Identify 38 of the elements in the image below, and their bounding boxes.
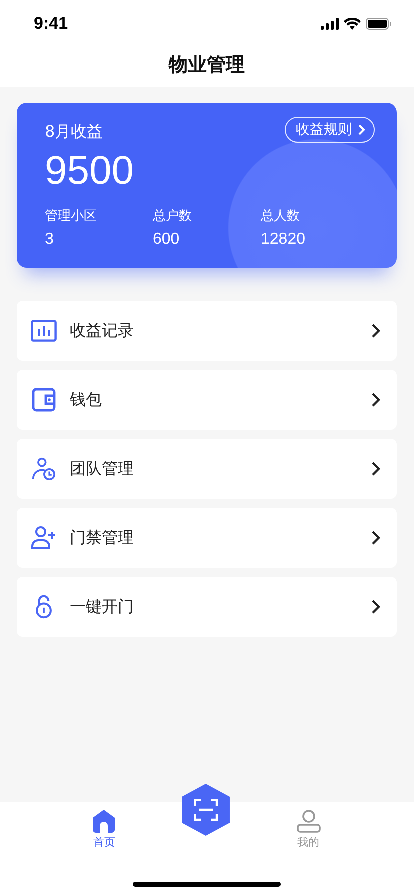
wallet-icon: [31, 388, 57, 412]
summary-title: 8月收益: [45, 122, 104, 143]
menu-label: 钱包: [70, 390, 103, 410]
chevron-icon: [371, 461, 381, 477]
profile-icon: [296, 810, 321, 833]
menu-item[interactable]: 收益记录: [17, 301, 397, 361]
stat-value: 3: [45, 231, 55, 249]
menu-item[interactable]: 门禁管理: [17, 508, 397, 568]
menu-label: 一键开门: [70, 596, 135, 618]
chevron-icon: [371, 323, 381, 339]
menu-item[interactable]: 一键开门: [17, 577, 397, 637]
chevron-icon: [371, 599, 381, 615]
chevron-icon: [358, 124, 366, 136]
menu-label: 团队管理: [70, 458, 135, 480]
add-user-icon: [31, 526, 57, 550]
stat-label: 管理小区: [45, 208, 98, 225]
team-icon: [31, 457, 57, 481]
summary-amount: 9500: [45, 151, 135, 191]
status-time: 9:41: [34, 14, 68, 34]
rules-button[interactable]: 收益规则: [285, 116, 375, 142]
chevron-icon: [371, 530, 381, 546]
stat-label: 总人数: [261, 208, 301, 225]
battery-icon: [366, 18, 392, 30]
menu-label: 门禁管理: [70, 528, 135, 548]
stat-label: 总户数: [153, 208, 193, 225]
menu-item[interactable]: 团队管理: [17, 439, 397, 499]
scan-icon: [194, 799, 218, 821]
home-icon: [93, 810, 116, 833]
stat-value: 12820: [261, 231, 306, 249]
stat-value: 600: [153, 231, 181, 249]
chevron-icon: [371, 392, 381, 408]
menu-label: 收益记录: [70, 320, 135, 342]
signal-icon: [321, 18, 339, 30]
menu-item[interactable]: 钱包: [17, 370, 397, 430]
wifi-icon: [344, 18, 361, 30]
page-title: 物业管理: [168, 53, 246, 78]
tab-item[interactable]: 首页: [93, 810, 116, 850]
chart-icon: [31, 319, 57, 343]
